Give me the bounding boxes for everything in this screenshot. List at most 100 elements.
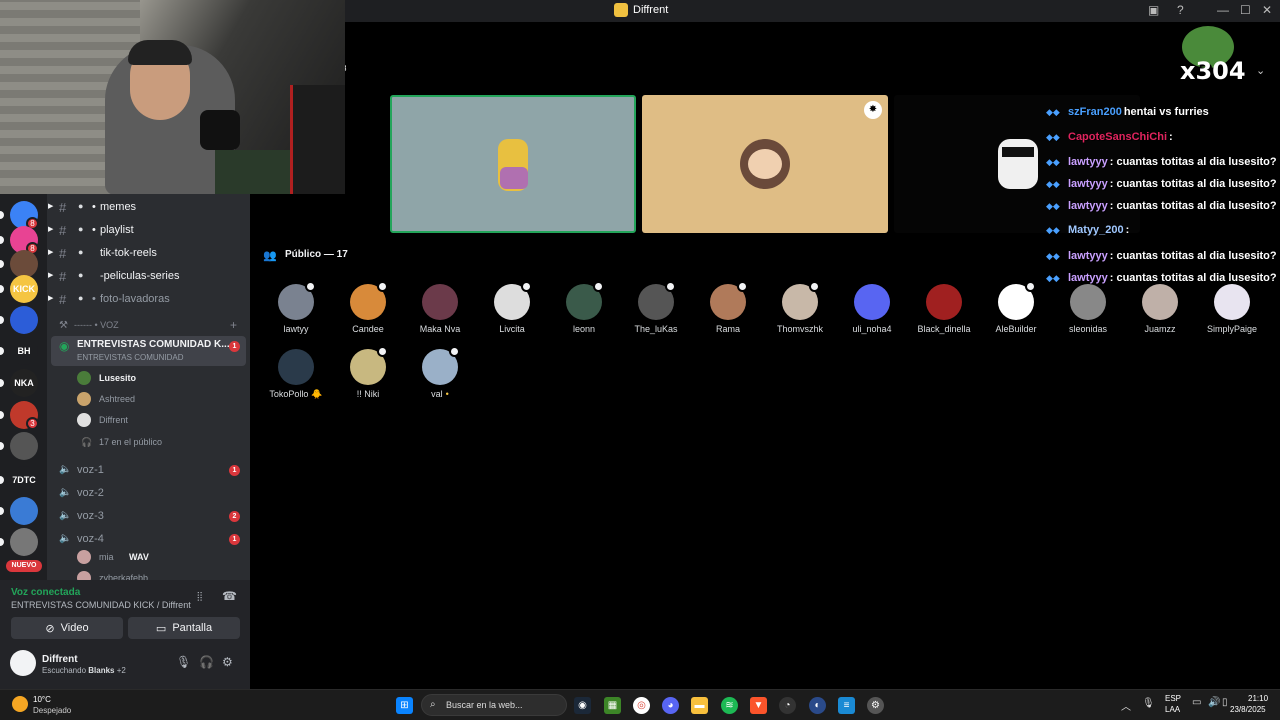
text-channel-tiktokreels[interactable]: ▶ # ● tik-tok-reels <box>47 243 250 265</box>
video-tile-ashtreed[interactable]: ✸ <box>642 95 888 233</box>
new-badge[interactable]: NUEVO <box>6 560 42 572</box>
search-input[interactable]: Buscar en la web... <box>446 700 523 710</box>
headphones-icon[interactable]: 🎧 <box>199 655 214 669</box>
server-icon[interactable] <box>10 528 38 556</box>
volume-icon[interactable]: 🔊 <box>1208 697 1220 708</box>
minimize-icon[interactable]: — <box>1217 3 1229 17</box>
chat-message: ◆◆ lawtyyy: cuantas totitas al dia lusesi… <box>1046 156 1277 168</box>
spotify-icon[interactable]: ≋ <box>721 697 738 714</box>
close-icon[interactable]: ✕ <box>1262 3 1272 17</box>
voice-channel-voz-4[interactable]: 🔈 voz-4 1 <box>47 529 250 551</box>
audience-member[interactable]: Livcita <box>476 281 548 334</box>
audience-member[interactable]: AleBuilder <box>980 281 1052 334</box>
server-icon[interactable] <box>10 497 38 525</box>
clock-time[interactable]: 21:10 <box>1248 694 1268 703</box>
audience-member[interactable]: val • <box>404 346 476 399</box>
server-icon[interactable]: BH <box>10 337 38 365</box>
brave-icon[interactable]: ▼ <box>750 697 767 714</box>
battery-icon[interactable]: ▯ <box>1222 697 1228 708</box>
audience-member[interactable]: !! Niki <box>332 346 404 399</box>
weather-icon[interactable] <box>12 696 28 712</box>
region[interactable]: LAA <box>1165 705 1180 714</box>
server-icon[interactable] <box>10 432 38 460</box>
discord-icon[interactable]: ◕ <box>662 697 679 714</box>
audience-name: Maka Nva <box>419 324 461 334</box>
text-channel-memes[interactable]: ▶ # ● • memes <box>47 197 250 219</box>
text-channel-playlist[interactable]: ▶ # ● • playlist <box>47 220 250 242</box>
server-icon[interactable] <box>10 250 38 278</box>
text-channel-peliculasseries[interactable]: ▶ # ● -peliculas-series <box>47 266 250 288</box>
audience-member[interactable]: TokoPollo 🐥 <box>260 349 332 400</box>
settings-icon[interactable]: ⚙ <box>867 697 884 714</box>
microphone-icon[interactable]: 🎙 <box>176 655 191 669</box>
voice-connected-status[interactable]: Voz conectada <box>11 587 80 598</box>
audience-member[interactable]: Maka Nva <box>404 284 476 334</box>
audience-member[interactable]: Rama <box>692 281 764 334</box>
chevron-right-icon: ▶ <box>48 295 54 302</box>
unread-pill <box>0 316 4 324</box>
audience-count[interactable]: 17 en el público <box>99 437 162 447</box>
audience-member[interactable]: sleonidas <box>1052 284 1124 334</box>
voice-channel-voz-3[interactable]: 🔈 voz-3 2 <box>47 506 250 528</box>
video-button[interactable]: ⊘ Video <box>11 617 123 639</box>
unread-badge: 1 <box>229 534 240 545</box>
chrome-icon[interactable]: ◎ <box>633 697 650 714</box>
obs-icon[interactable]: ◔ <box>779 697 796 714</box>
server-icon[interactable] <box>10 306 38 334</box>
stream-icon <box>809 281 820 292</box>
language[interactable]: ESP <box>1165 694 1181 703</box>
minecraft-icon[interactable]: ▦ <box>604 697 621 714</box>
audience-member[interactable]: lawtyy <box>260 281 332 334</box>
audience-member[interactable]: The_luKas <box>620 281 692 334</box>
chevron-up-icon[interactable]: ︿ <box>1121 698 1131 713</box>
audience-member[interactable]: leonn <box>548 281 620 334</box>
noise-suppression-icon[interactable]: ⦙⦙ <box>197 590 202 605</box>
microphone-icon[interactable]: 🎙 <box>1142 698 1155 709</box>
steam-icon[interactable]: ◉ <box>574 697 591 714</box>
speaker-icon: 🔈 <box>59 487 72 498</box>
audience-member[interactable]: Juamzz <box>1124 284 1196 334</box>
audience-member[interactable]: Candee <box>332 281 404 334</box>
active-voice-channel[interactable]: ◉ ENTREVISTAS COMUNIDAD K... ENTREVISTAS… <box>51 336 246 366</box>
add-channel-icon[interactable]: + <box>230 318 237 332</box>
clock-date[interactable]: 23/8/2025 <box>1230 705 1266 714</box>
audience-member[interactable]: SimplyPaige <box>1196 284 1268 334</box>
gear-icon[interactable]: ⚙ <box>222 655 233 669</box>
stream-icon <box>377 346 388 357</box>
folder-icon[interactable]: ▬ <box>691 697 708 714</box>
speaker-icon: 🔈 <box>59 533 72 544</box>
emoji-icon: ● <box>78 201 84 211</box>
maximize-icon[interactable]: ☐ <box>1240 3 1251 17</box>
emoji-icon: ● <box>78 224 84 234</box>
channel-name: -peliculas-series <box>100 270 180 282</box>
stream-icon <box>377 281 388 292</box>
stream-icon <box>665 281 676 292</box>
avatar[interactable] <box>10 650 36 676</box>
voice-category[interactable]: ------ • VOZ <box>74 320 119 330</box>
avatar <box>854 284 890 320</box>
text-channel-fotolavadoras[interactable]: ▶ # ● • foto-lavadoras <box>47 289 250 311</box>
taskbar: 10°C Despejado ⊞ ⌕ Buscar en la web... ◉… <box>0 689 1280 720</box>
start-icon[interactable]: ⊞ <box>396 697 413 714</box>
disconnect-icon[interactable]: ☎ <box>222 589 237 603</box>
chevron-down-icon[interactable]: ⌄ <box>1256 64 1265 77</box>
notepad-icon[interactable]: ≡ <box>838 697 855 714</box>
audience-member[interactable]: uli_noha4 <box>836 284 908 334</box>
server-icon[interactable]: KICK <box>10 275 38 303</box>
emoji-icon: ● <box>78 293 84 303</box>
avatar <box>77 550 91 564</box>
screen-share-button[interactable]: ▭ Pantalla <box>128 617 240 639</box>
video-tile-lusesito[interactable] <box>390 95 636 233</box>
search-bar[interactable]: ⌕ Buscar en la web... <box>421 694 567 716</box>
network-icon[interactable]: ▭ <box>1192 697 1201 708</box>
audience-member[interactable]: Black_dinella <box>908 284 980 334</box>
server-icon[interactable]: 7DTC <box>10 466 38 494</box>
audience-member[interactable]: Thomvszhk <box>764 281 836 334</box>
server-icon[interactable]: NKA <box>10 369 38 397</box>
help-icon[interactable]: ? <box>1177 3 1184 17</box>
app-icon[interactable]: ◐ <box>809 697 826 714</box>
inbox-icon[interactable]: ▣ <box>1148 3 1159 17</box>
unread-pill <box>0 379 4 387</box>
voice-channel-voz-2[interactable]: 🔈 voz-2 <box>47 483 250 505</box>
voice-channel-voz-1[interactable]: 🔈 voz-1 1 <box>47 460 250 482</box>
